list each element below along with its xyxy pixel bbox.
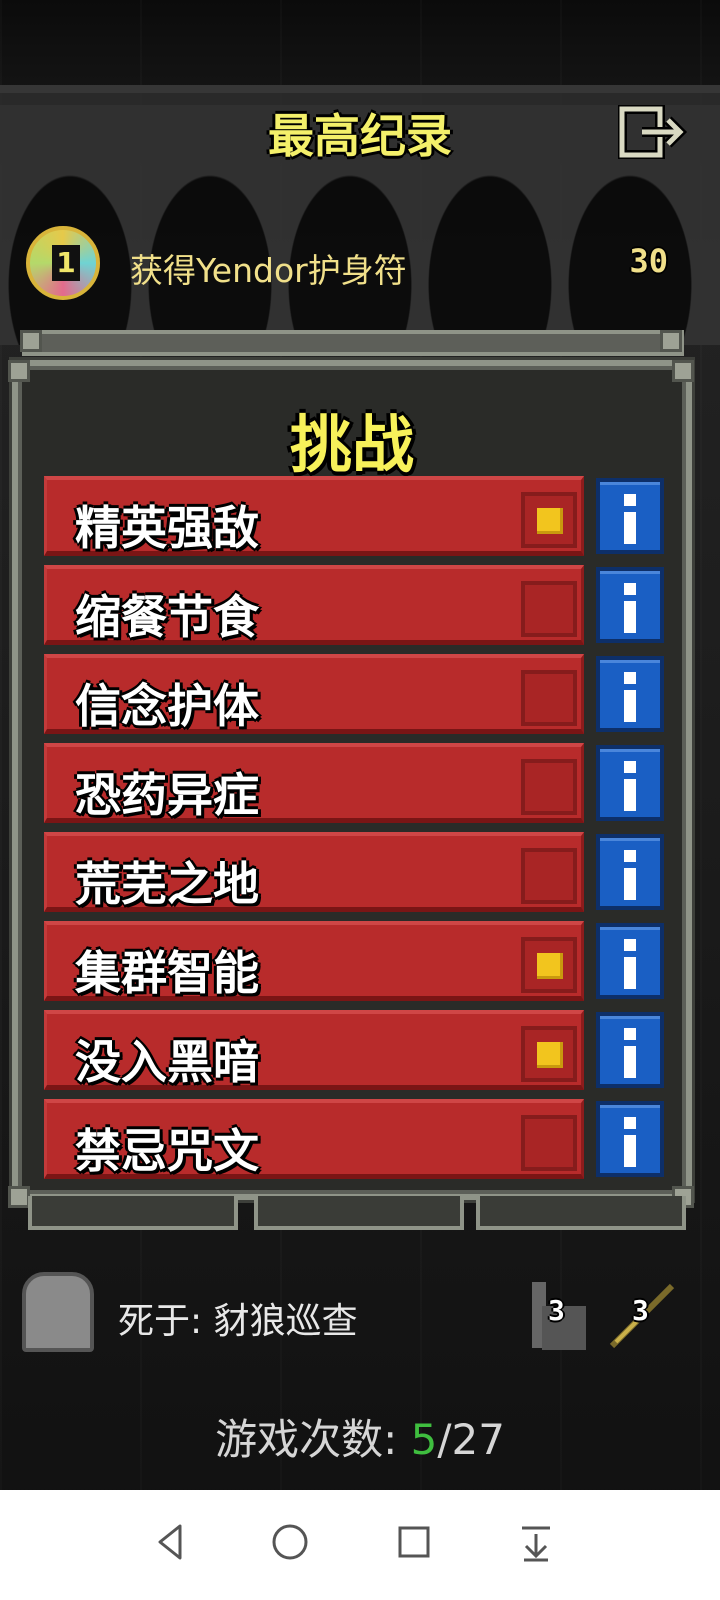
info-button[interactable] xyxy=(596,567,664,643)
info-icon-stem xyxy=(624,601,636,633)
info-icon xyxy=(624,761,636,773)
challenge-button[interactable]: 荒芜之地 xyxy=(44,832,584,912)
challenge-label: 精英强敌 xyxy=(75,501,259,555)
challenge-row: 集群智能 xyxy=(44,921,670,1001)
challenge-row: 恐药异症 xyxy=(44,743,670,823)
dialog-title: 挑战 xyxy=(289,408,414,481)
info-button[interactable] xyxy=(596,745,664,821)
challenge-checkbox[interactable] xyxy=(521,581,577,637)
weapon-value: 3 xyxy=(632,1294,649,1327)
home-icon xyxy=(272,1524,308,1560)
challenge-label: 没入黑暗 xyxy=(75,1035,259,1089)
check-mark xyxy=(537,508,563,534)
challenge-row: 精英强敌 xyxy=(44,476,670,556)
info-icon xyxy=(624,939,636,951)
challenge-row: 没入黑暗 xyxy=(44,1010,670,1090)
info-icon-stem xyxy=(624,690,636,722)
challenge-label: 恐药异症 xyxy=(75,768,259,822)
home-button[interactable] xyxy=(260,1512,320,1572)
challenge-row: 缩餐节食 xyxy=(44,565,670,645)
back-icon xyxy=(158,1524,182,1560)
challenge-row: 信念护体 xyxy=(44,654,670,734)
info-icon xyxy=(624,850,636,862)
info-button[interactable] xyxy=(596,656,664,732)
games-total: /27 xyxy=(437,1415,505,1464)
background-tab xyxy=(28,1196,238,1230)
back-button[interactable] xyxy=(140,1512,200,1572)
info-icon xyxy=(624,494,636,506)
info-icon-stem xyxy=(624,957,636,989)
record-row[interactable]: 1 获得Yendor护身符 30 xyxy=(0,222,720,312)
background-tab xyxy=(254,1196,464,1230)
challenge-checkbox[interactable] xyxy=(521,1115,577,1171)
challenge-button[interactable]: 禁忌咒文 xyxy=(44,1099,584,1179)
recents-icon xyxy=(398,1526,430,1558)
challenge-checkbox[interactable] xyxy=(521,1026,577,1082)
notification-icon xyxy=(522,1526,550,1562)
info-icon-stem xyxy=(624,1135,636,1167)
info-icon-stem xyxy=(624,1046,636,1078)
info-button[interactable] xyxy=(596,1101,664,1177)
frame-corner xyxy=(672,360,694,382)
info-button[interactable] xyxy=(596,478,664,554)
info-icon xyxy=(624,672,636,684)
record-text: 获得Yendor护身符 xyxy=(130,251,407,290)
challenge-label: 缩餐节食 xyxy=(75,590,259,644)
challenge-row: 荒芜之地 xyxy=(44,832,670,912)
death-text: 死于: 豺狼巡查 xyxy=(118,1301,358,1342)
info-icon xyxy=(624,1028,636,1040)
exit-button[interactable] xyxy=(617,104,690,160)
challenge-label: 荒芜之地 xyxy=(75,857,259,911)
games-played: 游戏次数: 5/27 xyxy=(0,1406,720,1467)
games-current: 5 xyxy=(410,1415,438,1464)
system-nav-bar xyxy=(0,1490,720,1600)
challenge-button[interactable]: 缩餐节食 xyxy=(44,565,584,645)
notification-button[interactable] xyxy=(506,1512,566,1572)
info-icon xyxy=(624,1117,636,1129)
background-tabs xyxy=(26,1196,686,1236)
challenge-row: 禁忌咒文 xyxy=(44,1099,670,1179)
background-tab xyxy=(476,1196,686,1230)
info-icon-stem xyxy=(624,512,636,544)
challenge-button[interactable]: 信念护体 xyxy=(44,654,584,734)
challenge-button[interactable]: 没入黑暗 xyxy=(44,1010,584,1090)
challenge-checkbox[interactable] xyxy=(521,937,577,993)
challenge-button[interactable]: 集群智能 xyxy=(44,921,584,1001)
info-button[interactable] xyxy=(596,834,664,910)
check-mark xyxy=(537,953,563,979)
amulet-icon: 1 xyxy=(26,226,100,300)
challenge-button[interactable]: 恐药异症 xyxy=(44,743,584,823)
check-mark xyxy=(537,1042,563,1068)
info-icon xyxy=(624,583,636,595)
tombstone-icon xyxy=(22,1272,94,1352)
record-badge: 1 xyxy=(52,245,80,281)
challenge-label: 信念护体 xyxy=(75,679,259,733)
info-icon-stem xyxy=(624,868,636,900)
challenge-checkbox[interactable] xyxy=(521,492,577,548)
info-button[interactable] xyxy=(596,1012,664,1088)
death-row[interactable]: 死于: 豺狼巡查 3 3 xyxy=(0,1262,720,1372)
challenge-checkbox[interactable] xyxy=(521,759,577,815)
record-score: 30 xyxy=(629,242,668,280)
info-button[interactable] xyxy=(596,923,664,999)
dialog-back-frame xyxy=(22,330,684,356)
games-label: 游戏次数: xyxy=(215,1415,411,1464)
frame-corner xyxy=(660,330,682,352)
frame-corner xyxy=(8,360,30,382)
frame-corner xyxy=(20,330,42,352)
challenge-checkbox[interactable] xyxy=(521,848,577,904)
challenge-checkbox[interactable] xyxy=(521,670,577,726)
challenge-label: 集群智能 xyxy=(75,946,259,1000)
challenge-label: 禁忌咒文 xyxy=(75,1124,259,1178)
exit-icon xyxy=(617,104,688,160)
challenges-dialog: 挑战 精英强敌 缩餐节食 信念护体 恐药异症 荒芜之地 集群智能 没入黑暗 禁忌… xyxy=(12,360,692,1200)
page-title: 最高纪录 xyxy=(268,109,452,163)
challenge-button[interactable]: 精英强敌 xyxy=(44,476,584,556)
depth-value: 3 xyxy=(548,1294,565,1327)
info-icon-stem xyxy=(624,779,636,811)
recents-button[interactable] xyxy=(384,1512,444,1572)
